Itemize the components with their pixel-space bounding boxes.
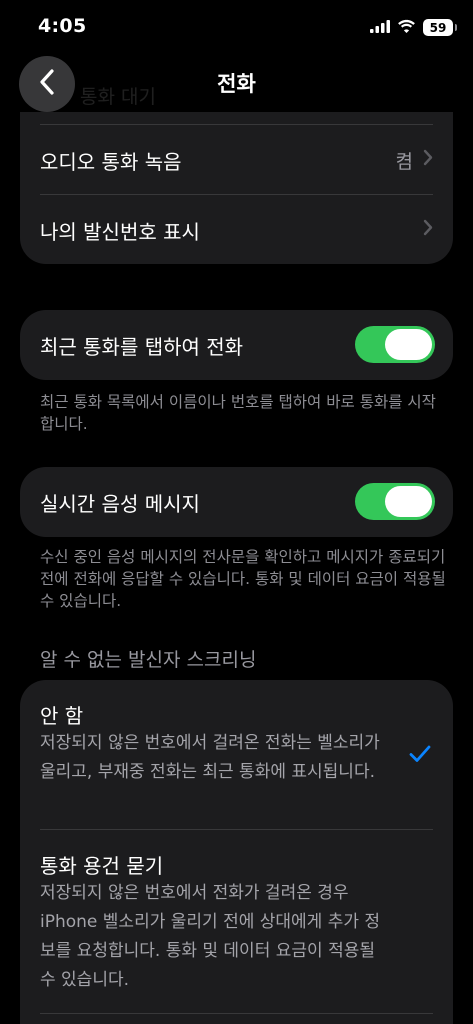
row-label: 실시간 음성 메시지 bbox=[40, 491, 200, 516]
status-bar: 4:05 59 bbox=[0, 0, 473, 52]
screening-options-group: 안 함 저장되지 않은 번호에서 걸려온 전화는 벨소리가 울리고, 부재중 전… bbox=[20, 680, 453, 1024]
status-time: 4:05 bbox=[38, 15, 87, 37]
tap-recents-toggle[interactable] bbox=[355, 326, 435, 363]
option-title: 안 함 bbox=[40, 704, 84, 728]
battery-icon: 59 bbox=[423, 19, 457, 36]
navigation-bar: 통화 대기 전화 bbox=[0, 52, 473, 112]
option-description: 저장되지 않은 번호에서 전화가 걸려온 경우 iPhone 벨소리가 울리기 … bbox=[40, 883, 381, 990]
status-icons: 59 bbox=[370, 18, 457, 37]
row-audio-call-recording[interactable]: 오디오 통화 녹음 켬 bbox=[40, 138, 433, 182]
live-voicemail-footer: 수신 중인 음성 메시지의 전사문을 확인하고 메시지가 종료되기 전에 전화에… bbox=[40, 548, 446, 610]
option-description: 저장되지 않은 번호에서 걸려온 전화는 벨소리가 울리고, 부재중 전화는 최… bbox=[40, 733, 380, 782]
option-title: 통화 용건 묻기 bbox=[40, 854, 164, 878]
row-show-my-caller-id[interactable]: 나의 발신번호 표시 bbox=[40, 208, 433, 252]
recents-tap-footer: 최근 통화 목록에서 이름이나 번호를 탭하여 바로 통화를 시작합니다. bbox=[40, 393, 436, 433]
divider bbox=[40, 1013, 433, 1014]
option-ask-reason-for-calling[interactable]: 통화 용건 묻기 저장되지 않은 번호에서 전화가 걸려온 경우 iPhone … bbox=[20, 830, 453, 1024]
row-label: 최근 통화를 탭하여 전화 bbox=[40, 334, 244, 359]
row-label: 오디오 통화 녹음 bbox=[40, 149, 182, 174]
divider bbox=[40, 124, 433, 125]
row-value-group bbox=[423, 219, 433, 241]
section-header: 알 수 없는 발신자 스크리닝 bbox=[40, 649, 257, 671]
checkmark-icon bbox=[409, 745, 431, 767]
toggle-knob bbox=[385, 329, 432, 360]
toggle-knob bbox=[385, 486, 432, 517]
recents-tap-group: 최근 통화를 탭하여 전화 bbox=[20, 310, 453, 380]
row-label: 나의 발신번호 표시 bbox=[40, 219, 200, 244]
cellular-signal-icon bbox=[370, 18, 390, 37]
row-value: 켬 bbox=[395, 150, 413, 173]
chevron-right-icon bbox=[423, 149, 433, 171]
wifi-icon bbox=[397, 18, 416, 37]
live-voicemail-group: 실시간 음성 메시지 bbox=[20, 467, 453, 537]
live-voicemail-toggle[interactable] bbox=[355, 483, 435, 520]
chevron-right-icon bbox=[423, 219, 433, 241]
option-never[interactable]: 안 함 저장되지 않은 번호에서 걸려온 전화는 벨소리가 울리고, 부재중 전… bbox=[20, 680, 453, 828]
row-value-group: 켬 bbox=[396, 147, 433, 174]
call-settings-group: 오디오 통화 녹음 켬 나의 발신번호 표시 bbox=[20, 112, 453, 264]
page-title: 전화 bbox=[217, 72, 256, 96]
divider bbox=[40, 194, 433, 195]
